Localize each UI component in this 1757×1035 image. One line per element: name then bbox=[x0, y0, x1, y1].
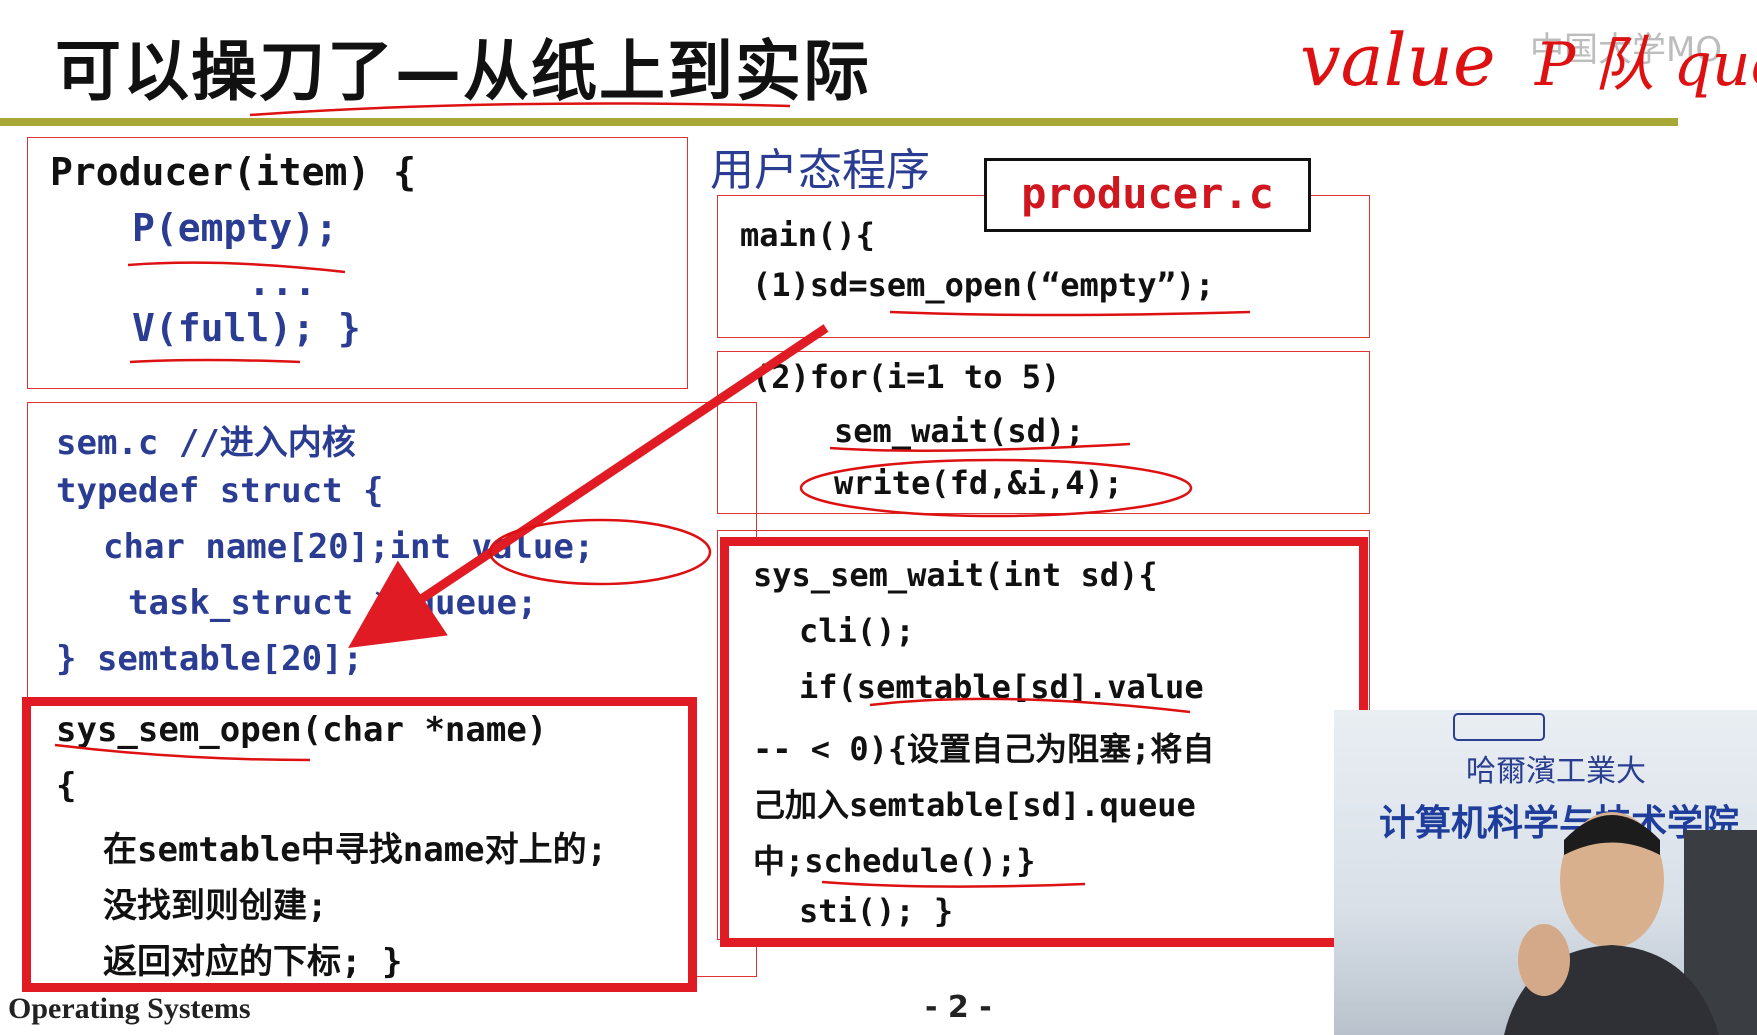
title-underline bbox=[249, 102, 791, 117]
instructor-figure bbox=[1504, 812, 1757, 1035]
instructor-video: 哈爾濱工業大 计算机科学与技术学院 bbox=[1334, 710, 1757, 1035]
footer-course: Operating Systems bbox=[8, 992, 251, 1025]
schedule-underline bbox=[821, 880, 1086, 888]
write-circle bbox=[799, 458, 1193, 518]
sem-open-underline bbox=[889, 310, 1251, 317]
sem-wait-underline bbox=[829, 442, 1131, 452]
footer-page-number: - 2 - bbox=[925, 990, 992, 1025]
sys-sem-open-underline bbox=[54, 743, 311, 762]
v-full-underline bbox=[129, 358, 301, 364]
semtable-value-underline bbox=[869, 697, 1191, 714]
value-circle bbox=[488, 518, 712, 586]
p-empty-underline bbox=[127, 261, 346, 274]
hit-logo-icon bbox=[1453, 713, 1545, 741]
